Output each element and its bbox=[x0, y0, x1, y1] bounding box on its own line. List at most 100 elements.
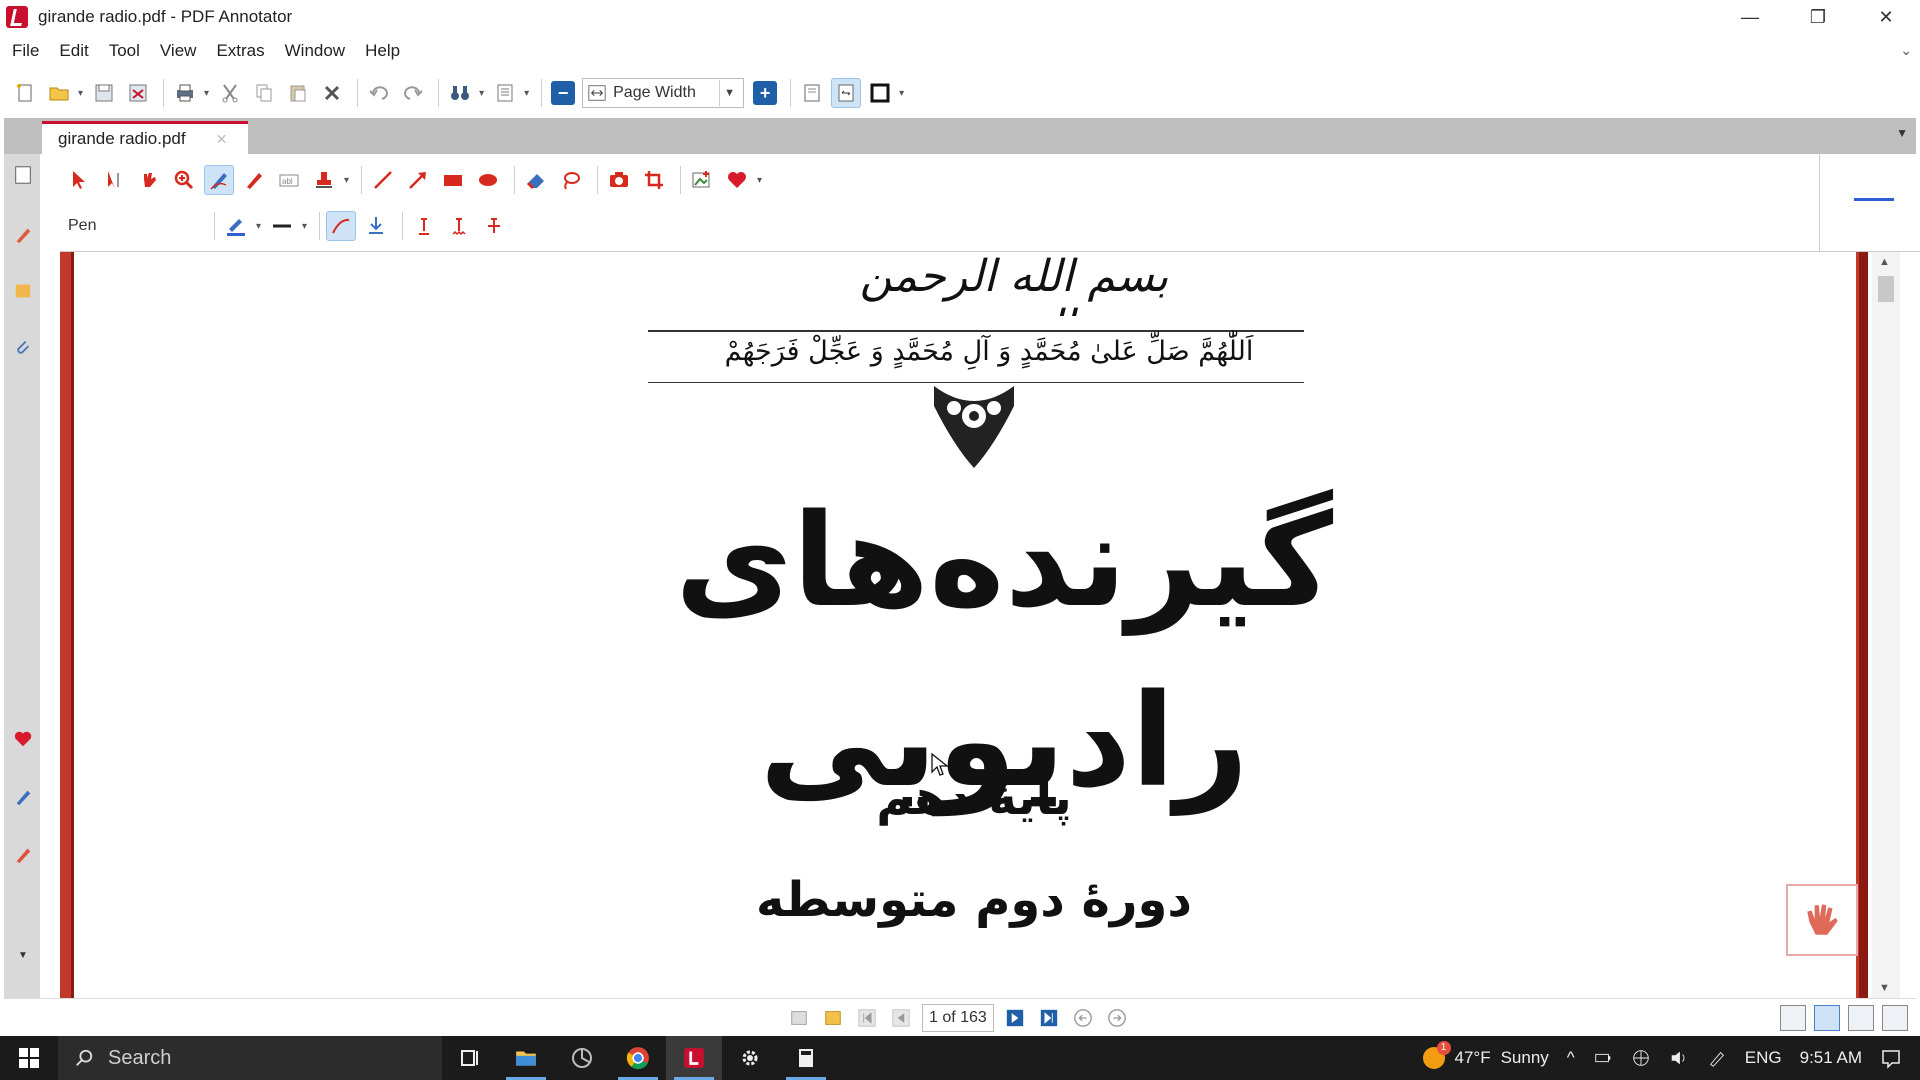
lasso-tool-icon[interactable] bbox=[556, 165, 586, 195]
menu-tool[interactable]: Tool bbox=[109, 41, 140, 61]
show-hidden-icons-icon[interactable]: ^ bbox=[1567, 1048, 1575, 1068]
favorites-dropdown-icon[interactable]: ▾ bbox=[757, 175, 762, 186]
system-clock[interactable]: 9:51 AM bbox=[1800, 1048, 1862, 1068]
text-select-icon[interactable] bbox=[99, 165, 129, 195]
pdf-page[interactable]: بسم الله الرحمن الرحیم اَللّٰهُمَّ صَلِّ… bbox=[74, 252, 1854, 998]
fullscreen-button[interactable] bbox=[865, 78, 895, 108]
two-page-mode-icon[interactable] bbox=[1848, 1005, 1874, 1031]
volume-icon[interactable] bbox=[1669, 1048, 1689, 1068]
notifications-icon[interactable] bbox=[1880, 1047, 1902, 1069]
weather-widget[interactable]: 47°F Sunny bbox=[1422, 1041, 1549, 1069]
open-dropdown-icon[interactable]: ▾ bbox=[78, 88, 83, 99]
annotations-pen-icon[interactable] bbox=[12, 224, 34, 246]
arrow-tool-icon[interactable] bbox=[403, 165, 433, 195]
page-layout-button[interactable] bbox=[490, 78, 520, 108]
taskbar-search[interactable]: Search bbox=[58, 1036, 442, 1080]
chrome-browser-icon[interactable] bbox=[610, 1036, 666, 1080]
line-tool-icon[interactable] bbox=[368, 165, 398, 195]
new-document-button[interactable] bbox=[10, 78, 40, 108]
print-dropdown-icon[interactable]: ▾ bbox=[204, 88, 209, 99]
close-button[interactable]: ✕ bbox=[1852, 0, 1920, 34]
pen-color-icon[interactable] bbox=[221, 211, 251, 241]
navigate-forward-icon[interactable] bbox=[1104, 1005, 1130, 1031]
zoom-magnifier-icon[interactable] bbox=[169, 165, 199, 195]
pen-color-dropdown-icon[interactable]: ▾ bbox=[256, 221, 261, 232]
squiggly-text-icon[interactable] bbox=[444, 211, 474, 241]
menu-view[interactable]: View bbox=[160, 41, 197, 61]
hand-pan-icon[interactable] bbox=[134, 165, 164, 195]
scroll-up-icon[interactable]: ▲ bbox=[1879, 256, 1890, 268]
pen-tool-icon[interactable] bbox=[204, 165, 234, 195]
touch-hand-icon[interactable] bbox=[1786, 884, 1858, 956]
highlighter-tool-icon[interactable] bbox=[239, 165, 269, 195]
single-page-view-button[interactable] bbox=[797, 78, 827, 108]
minimize-button[interactable]: — bbox=[1716, 0, 1784, 34]
pdf-annotator-taskbar-icon[interactable] bbox=[666, 1036, 722, 1080]
save-button[interactable] bbox=[89, 78, 119, 108]
camera-snapshot-icon[interactable] bbox=[604, 165, 634, 195]
open-recent-icon[interactable] bbox=[820, 1005, 846, 1031]
attachments-paperclip-icon[interactable] bbox=[12, 336, 34, 358]
file-explorer-icon[interactable] bbox=[498, 1036, 554, 1080]
line-width-icon[interactable] bbox=[267, 211, 297, 241]
vertical-scrollbar[interactable]: ▲ ▼ bbox=[1872, 252, 1900, 998]
save-all-button[interactable] bbox=[123, 78, 153, 108]
single-page-mode-icon[interactable] bbox=[1780, 1005, 1806, 1031]
favorites-heart-tool-icon[interactable] bbox=[722, 165, 752, 195]
two-page-continuous-mode-icon[interactable] bbox=[1882, 1005, 1908, 1031]
tab-close-icon[interactable]: ✕ bbox=[216, 131, 228, 148]
tab-girande-radio[interactable]: girande radio.pdf ✕ bbox=[42, 121, 248, 154]
pen-workspace-icon[interactable] bbox=[1707, 1048, 1727, 1068]
recent-highlighter-icon[interactable] bbox=[12, 844, 34, 866]
last-page-icon[interactable] bbox=[1036, 1005, 1062, 1031]
ribbon-collapse-icon[interactable]: ⌄ bbox=[1900, 42, 1912, 59]
zoom-dropdown-icon[interactable]: ▼ bbox=[719, 80, 739, 106]
input-language[interactable]: ENG bbox=[1745, 1048, 1782, 1068]
fit-page-button[interactable] bbox=[831, 78, 862, 108]
menu-help[interactable]: Help bbox=[365, 41, 400, 61]
continuous-mode-icon[interactable] bbox=[1814, 1005, 1840, 1031]
next-page-icon[interactable] bbox=[1002, 1005, 1028, 1031]
recent-pen-icon[interactable] bbox=[12, 786, 34, 808]
line-width-dropdown-icon[interactable]: ▾ bbox=[302, 221, 307, 232]
calculator-icon[interactable] bbox=[778, 1036, 834, 1080]
paste-button[interactable] bbox=[283, 78, 313, 108]
windows-start-icon[interactable] bbox=[0, 1036, 58, 1080]
zoom-select[interactable]: Page Width ▼ bbox=[582, 78, 745, 108]
navigate-back-icon[interactable] bbox=[1070, 1005, 1096, 1031]
select-arrow-icon[interactable] bbox=[64, 165, 94, 195]
bookmarks-folder-icon[interactable] bbox=[12, 280, 34, 302]
zoom-in-button[interactable]: + bbox=[750, 78, 780, 108]
undo-button[interactable] bbox=[364, 78, 394, 108]
eraser-tool-icon[interactable] bbox=[521, 165, 551, 195]
first-page-icon[interactable] bbox=[854, 1005, 880, 1031]
strikeout-text-icon[interactable] bbox=[479, 211, 509, 241]
previous-page-icon[interactable] bbox=[888, 1005, 914, 1031]
find-binoculars-button[interactable] bbox=[445, 78, 475, 108]
stamp-dropdown-icon[interactable]: ▾ bbox=[344, 175, 349, 186]
task-view-icon[interactable] bbox=[442, 1036, 498, 1080]
cut-button[interactable] bbox=[215, 78, 245, 108]
smooth-stroke-icon[interactable] bbox=[326, 211, 357, 241]
page-number-field[interactable]: 1 of 163 bbox=[922, 1004, 994, 1032]
view-dropdown-icon[interactable]: ▾ bbox=[899, 88, 904, 99]
find-dropdown-icon[interactable]: ▾ bbox=[479, 88, 484, 99]
scrollbar-thumb[interactable] bbox=[1878, 276, 1894, 302]
menu-window[interactable]: Window bbox=[285, 41, 345, 61]
text-box-tool-icon[interactable]: abl bbox=[274, 165, 304, 195]
network-globe-icon[interactable] bbox=[1631, 1048, 1651, 1068]
screen-recorder-icon[interactable] bbox=[554, 1036, 610, 1080]
scroll-down-icon[interactable]: ▼ bbox=[1879, 982, 1890, 994]
stamp-tool-icon[interactable] bbox=[309, 165, 339, 195]
underline-text-icon[interactable] bbox=[409, 211, 439, 241]
menu-edit[interactable]: Edit bbox=[59, 41, 88, 61]
crop-tool-icon[interactable] bbox=[639, 165, 669, 195]
restore-button[interactable]: ❐ bbox=[1784, 0, 1852, 34]
battery-icon[interactable] bbox=[1593, 1048, 1613, 1068]
copy-button[interactable] bbox=[249, 78, 279, 108]
page-thumbnail-icon[interactable] bbox=[12, 164, 34, 186]
favorites-heart-icon[interactable] bbox=[12, 728, 34, 750]
print-button[interactable] bbox=[170, 78, 200, 108]
menu-file[interactable]: File bbox=[12, 41, 39, 61]
menu-extras[interactable]: Extras bbox=[216, 41, 264, 61]
